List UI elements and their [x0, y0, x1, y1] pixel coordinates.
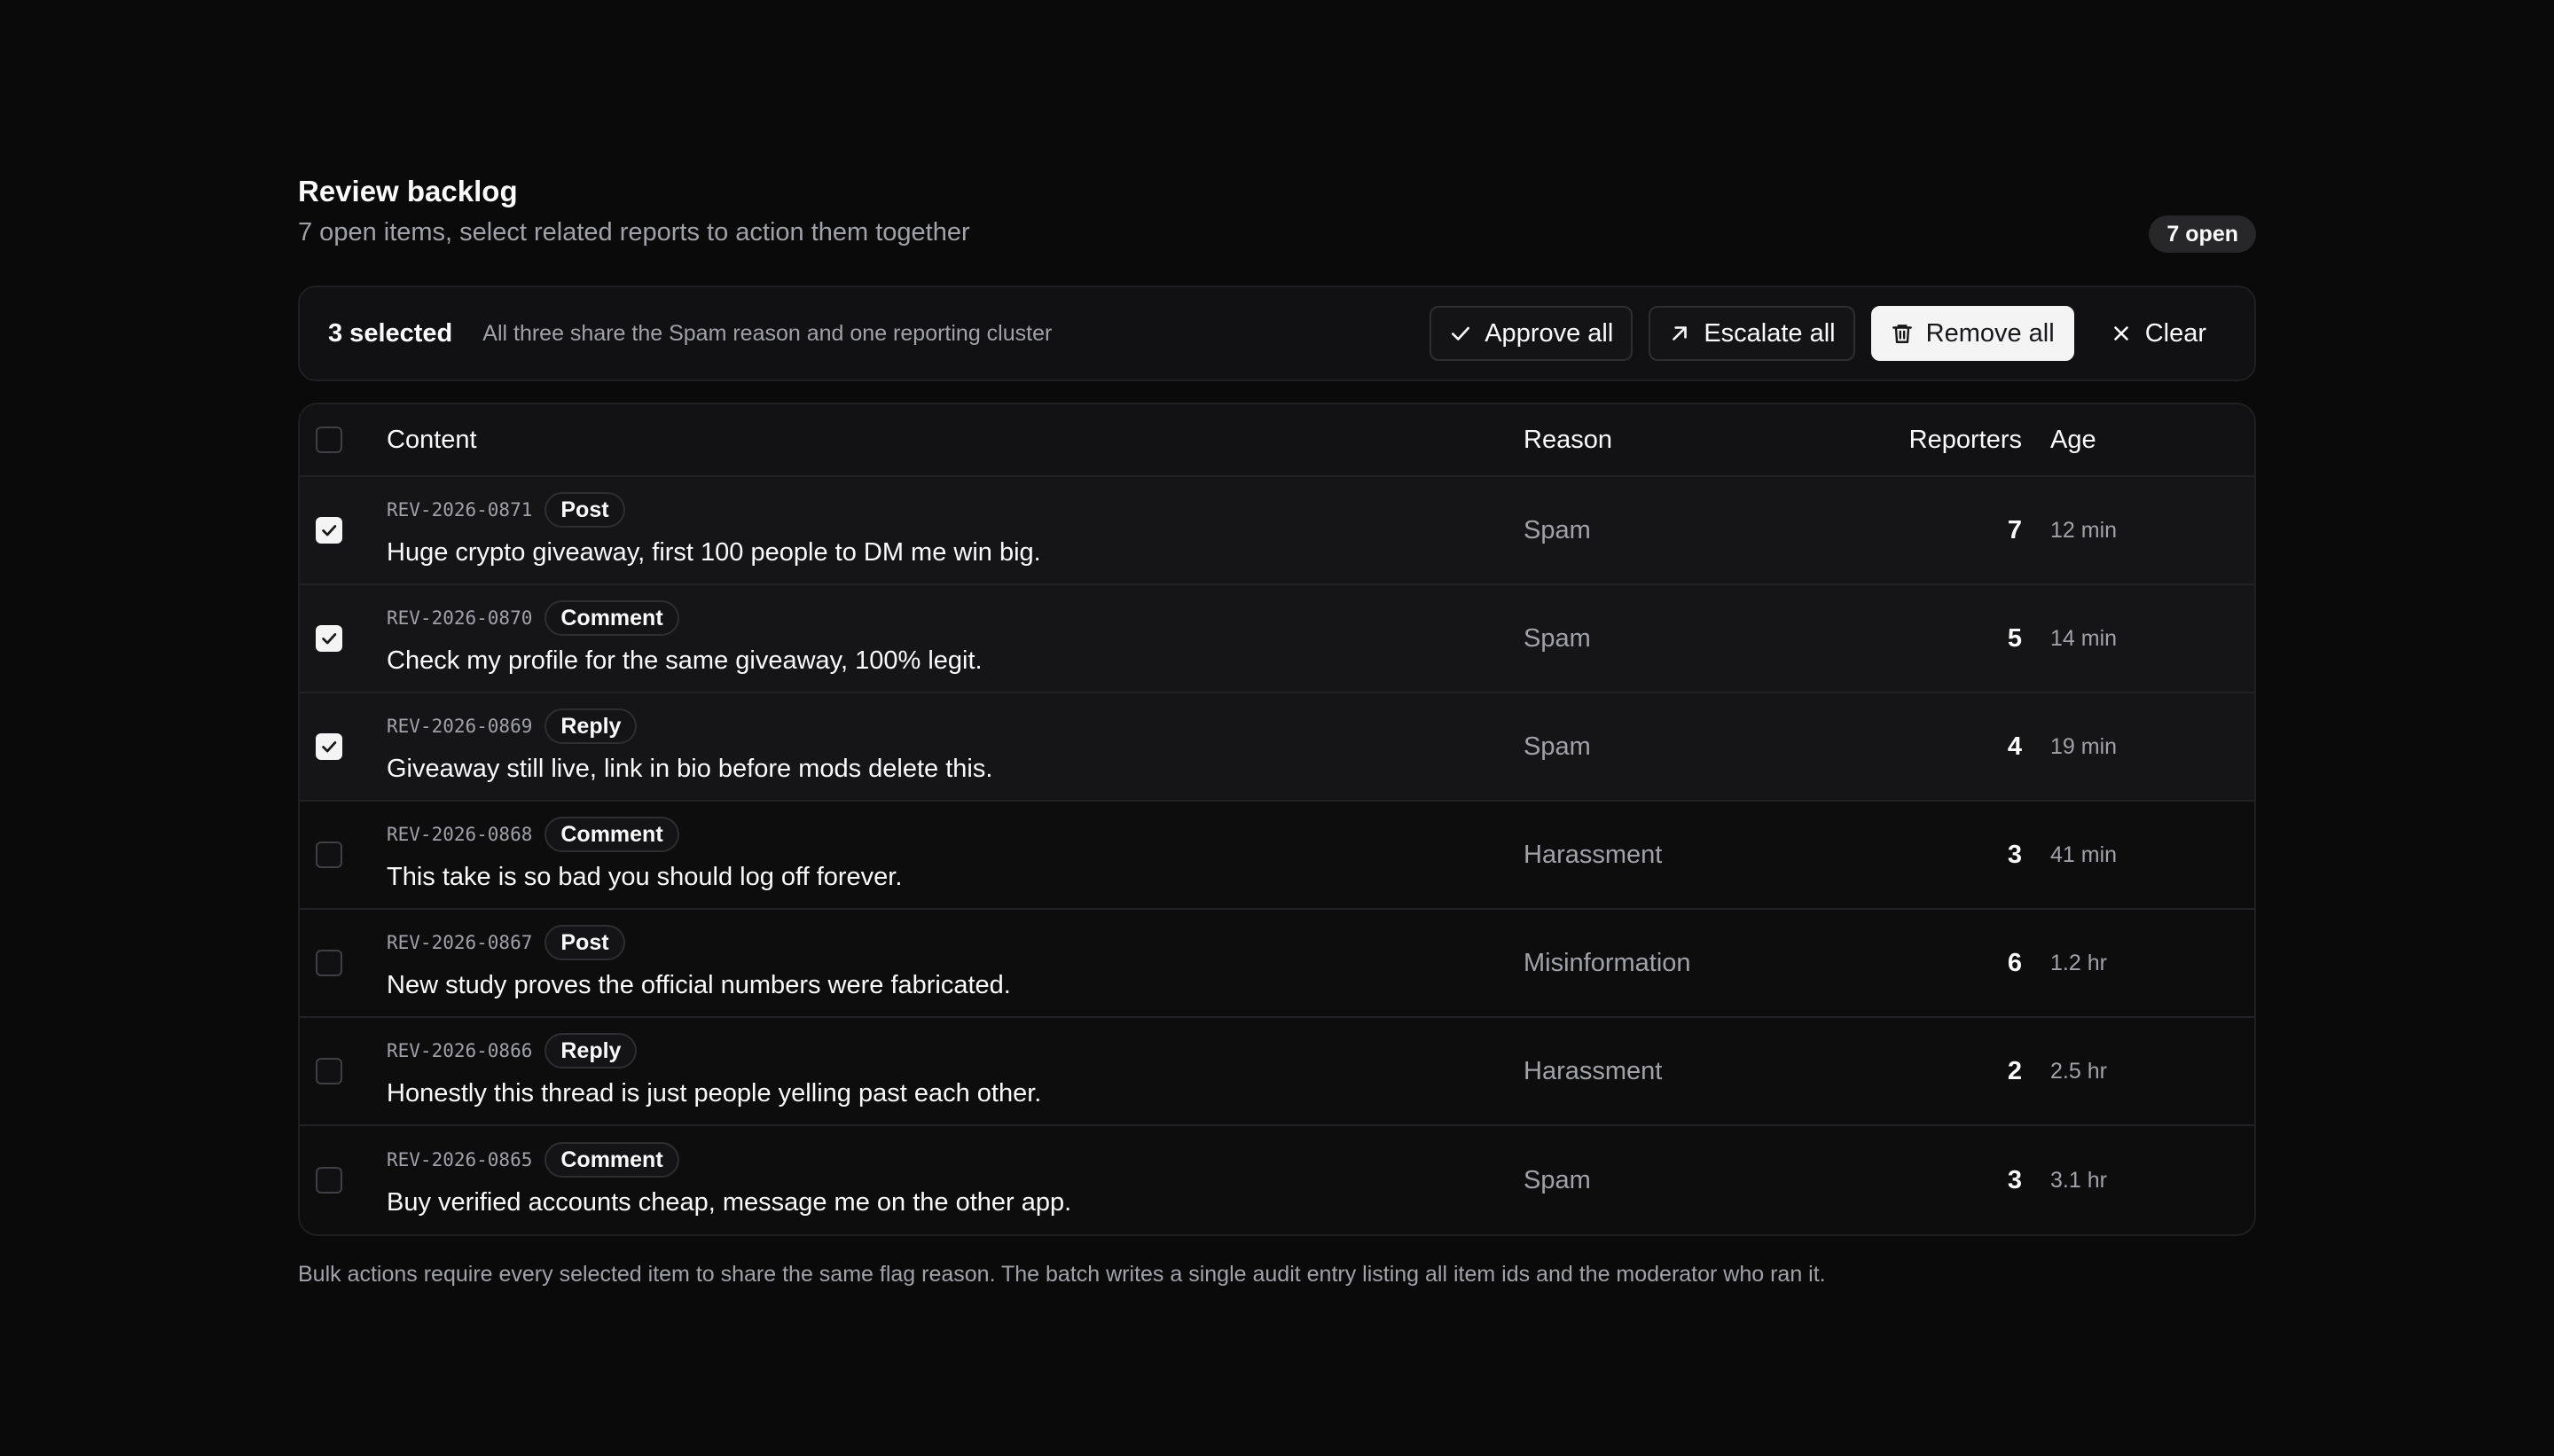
content-type-tag: Comment — [544, 817, 679, 852]
table-row[interactable]: REV-2026-0866 Reply Honestly this thread i… — [300, 1018, 2254, 1126]
bulk-action-footnote: Bulk actions require every selected item… — [298, 1262, 1826, 1287]
select-all-checkbox[interactable] — [316, 427, 342, 453]
age-cell: 41 min — [2050, 842, 2118, 867]
age-cell: 12 min — [2050, 517, 2118, 543]
reason-cell: Spam — [1524, 732, 1591, 761]
reporters-count: 3 — [2007, 840, 2022, 869]
age-cell: 14 min — [2050, 625, 2118, 651]
row-checkbox[interactable] — [316, 1167, 342, 1194]
review-table: Content Reason Reporters Age REV-2026-08… — [298, 403, 2256, 1236]
content-type-tag: Post — [544, 925, 625, 960]
content-cell: REV-2026-0868 Comment This take is so bad … — [387, 816, 1524, 894]
table-row[interactable]: REV-2026-0868 Comment This take is so bad … — [300, 802, 2254, 910]
reason-cell: Harassment — [1524, 1056, 1663, 1085]
reporters-count: 2 — [2007, 1056, 2022, 1085]
reason-cell: Spam — [1524, 623, 1591, 653]
content-text: New study proves the official numbers we… — [387, 971, 1011, 999]
reporters-count: 6 — [2007, 948, 2022, 977]
trash-icon — [1892, 325, 1912, 343]
escalate-all-label: Escalate all — [1704, 318, 1836, 348]
remove-all-button[interactable]: Remove all — [1870, 306, 2074, 361]
age-cell: 19 min — [2050, 733, 2118, 759]
check-icon — [322, 741, 337, 753]
row-checkbox[interactable] — [316, 625, 342, 652]
item-id: REV-2026-0868 — [387, 824, 533, 845]
page-title: Review backlog — [298, 175, 518, 207]
item-id: REV-2026-0867 — [387, 932, 533, 953]
check-icon — [322, 633, 337, 645]
reason-cell: Spam — [1524, 1165, 1591, 1194]
reason-cell: Harassment — [1524, 840, 1663, 869]
content-type-tag: Comment — [544, 600, 679, 636]
table-row[interactable]: REV-2026-0869 Reply Giveaway still live, l… — [300, 693, 2254, 802]
remove-all-label: Remove all — [1925, 318, 2055, 348]
check-icon — [1452, 326, 1470, 341]
content-text: Check my profile for the same giveaway, … — [387, 646, 983, 675]
column-header-reason[interactable]: Reason — [1524, 426, 1896, 455]
content-type-tag: Reply — [544, 1033, 638, 1069]
bulk-action-bar: 3 selected All three share the Spam reas… — [298, 286, 2256, 381]
escalate-all-button[interactable]: Escalate all — [1649, 306, 1855, 361]
content-text: This take is so bad you should log off f… — [387, 863, 903, 891]
arrow-up-right-icon — [1673, 326, 1688, 341]
column-header-reporters[interactable]: Reporters — [1896, 426, 2022, 455]
approve-all-button[interactable]: Approve all — [1430, 306, 1633, 361]
table-row[interactable]: REV-2026-0870 Comment Check my profile for… — [300, 585, 2254, 693]
row-checkbox[interactable] — [316, 1058, 342, 1084]
approve-all-label: Approve all — [1485, 318, 1614, 348]
content-cell: REV-2026-0869 Reply Giveaway still live, l… — [387, 708, 1524, 786]
reporters-count: 3 — [2007, 1165, 2022, 1194]
item-id: REV-2026-0870 — [387, 607, 533, 629]
row-checkbox[interactable] — [316, 517, 342, 544]
content-text: Buy verified accounts cheap, message me … — [387, 1188, 1072, 1217]
table-body: REV-2026-0871 Post Huge crypto giveaway, f… — [300, 477, 2254, 1234]
age-cell: 3.1 hr — [2050, 1167, 2107, 1193]
age-cell: 1.2 hr — [2050, 950, 2107, 975]
content-cell: REV-2026-0866 Reply Honestly this thread i… — [387, 1032, 1524, 1110]
table-header: Content Reason Reporters Age — [300, 404, 2254, 477]
content-cell: REV-2026-0865 Comment Buy verified account… — [387, 1141, 1524, 1219]
reporters-count: 7 — [2007, 515, 2022, 544]
reporters-count: 5 — [2007, 623, 2022, 653]
selection-note: All three share the Spam reason and one … — [482, 320, 1053, 346]
page-subtitle: 7 open items, select related reports to … — [298, 218, 970, 247]
review-backlog-page: Review backlog 7 open items, select rela… — [298, 174, 2256, 1289]
content-type-tag: Post — [544, 492, 625, 528]
table-row[interactable]: REV-2026-0867 Post New study proves the of… — [300, 910, 2254, 1018]
content-cell: REV-2026-0870 Comment Check my profile for… — [387, 599, 1524, 677]
reason-cell: Misinformation — [1524, 948, 1691, 977]
clear-selection-label: Clear — [2144, 318, 2206, 348]
content-type-tag: Reply — [544, 708, 638, 744]
row-checkbox[interactable] — [316, 842, 342, 868]
content-text: Giveaway still live, link in bio before … — [387, 755, 993, 783]
selected-count: 3 selected — [328, 318, 453, 348]
table-row[interactable]: REV-2026-0871 Post Huge crypto giveaway, f… — [300, 477, 2254, 585]
content-cell: REV-2026-0871 Post Huge crypto giveaway, f… — [387, 491, 1524, 569]
close-icon — [2113, 326, 2128, 341]
row-checkbox[interactable] — [316, 733, 342, 760]
table-row[interactable]: REV-2026-0865 Comment Buy verified account… — [300, 1126, 2254, 1234]
check-icon — [322, 525, 337, 536]
item-id: REV-2026-0866 — [387, 1040, 533, 1061]
content-cell: REV-2026-0867 Post New study proves the of… — [387, 924, 1524, 1002]
reporters-count: 4 — [2007, 732, 2022, 761]
clear-selection-button[interactable]: Clear — [2090, 306, 2226, 361]
column-header-age[interactable]: Age — [2022, 426, 2096, 455]
content-type-tag: Comment — [544, 1142, 679, 1178]
item-id: REV-2026-0865 — [387, 1149, 533, 1170]
open-count-badge: 7 open — [2149, 215, 2256, 253]
page-header: Review backlog 7 open items, select rela… — [298, 174, 2256, 257]
row-checkbox[interactable] — [316, 950, 342, 976]
content-text: Huge crypto giveaway, first 100 people t… — [387, 538, 1041, 567]
item-id: REV-2026-0869 — [387, 716, 533, 737]
content-text: Honestly this thread is just people yell… — [387, 1079, 1042, 1108]
age-cell: 2.5 hr — [2050, 1058, 2107, 1084]
item-id: REV-2026-0871 — [387, 499, 533, 521]
reason-cell: Spam — [1524, 515, 1591, 544]
column-header-content[interactable]: Content — [387, 426, 1524, 455]
